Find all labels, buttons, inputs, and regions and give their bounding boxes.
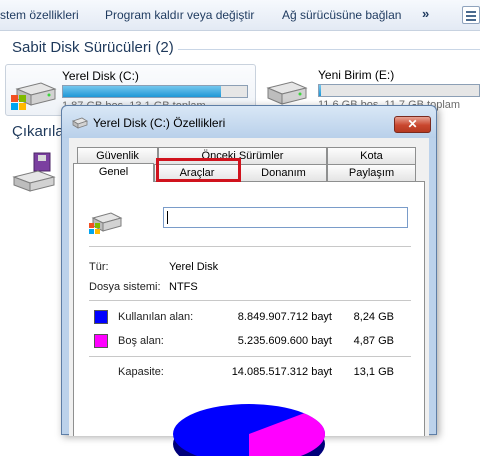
free-space-bytes: 5.235.609.600 bayt: [237, 335, 332, 347]
hard-disks-heading: Sabit Disk Sürücüleri (2): [12, 39, 174, 56]
capacity-label: Kapasite:: [118, 366, 164, 378]
map-network-drive-button[interactable]: Ağ sürücüsüne bağlan: [282, 8, 401, 22]
hard-drive-icon: [11, 82, 57, 110]
drive-c-usage-fill: [63, 86, 222, 97]
drive-label-input[interactable]: [163, 207, 408, 228]
command-bar: stem özellikleri Program kaldır veya değ…: [0, 0, 480, 31]
more-commands-button[interactable]: »: [422, 6, 429, 21]
free-space-gb: 4,87 GB: [353, 335, 394, 347]
drive-c-name: Yerel Disk (C:): [62, 69, 139, 83]
used-space-label: Kullanılan alan:: [118, 311, 194, 323]
tab-sharing[interactable]: Paylaşım: [327, 164, 416, 181]
system-properties-button[interactable]: stem özellikleri: [0, 8, 79, 22]
used-space-swatch: [94, 310, 108, 324]
divider: [89, 300, 411, 301]
tab-quota[interactable]: Kota: [327, 147, 416, 164]
removable-heading: Çıkarıla: [12, 123, 64, 140]
drive-e-usage-bar: [318, 84, 480, 97]
free-space-label: Boş alan:: [118, 335, 164, 347]
type-value: Yerel Disk: [169, 261, 219, 273]
dialog-titlebar[interactable]: Yerel Disk (C:) Özellikleri ✕: [62, 106, 436, 138]
view-options-icon[interactable]: [462, 6, 480, 24]
drive-e-usage-fill: [319, 85, 321, 96]
file-system-label: Dosya sistemi:: [89, 281, 161, 293]
section-divider: [178, 49, 480, 50]
drive-icon: [72, 117, 88, 129]
text-cursor: [167, 211, 168, 224]
close-button[interactable]: ✕: [394, 116, 431, 133]
capacity-bytes: 14.085.517.312 bayt: [231, 366, 332, 378]
floppy-drive-icon[interactable]: [12, 151, 56, 193]
used-space-gb: 8,24 GB: [353, 311, 394, 323]
divider: [89, 246, 411, 247]
disk-usage-pie-chart: [173, 404, 325, 456]
dialog-body: Güvenlik Önceki Sürümler Kota Genel Araç…: [69, 138, 429, 456]
capacity-gb: 13,1 GB: [353, 366, 394, 378]
tools-tab-highlight: [156, 158, 241, 182]
type-label: Tür:: [89, 261, 109, 273]
used-space-bytes: 8.849.907.712 bayt: [237, 311, 332, 323]
uninstall-program-button[interactable]: Program kaldır veya değiştir: [105, 8, 254, 22]
hard-drive-icon: [89, 212, 123, 234]
free-space-swatch: [94, 334, 108, 348]
divider: [89, 356, 411, 357]
drive-properties-dialog: Yerel Disk (C:) Özellikleri ✕ Güvenlik Ö…: [61, 105, 437, 456]
drive-e-name: Yeni Birim (E:): [318, 68, 395, 82]
general-tab-panel: Tür: Yerel Disk Dosya sistemi: NTFS Kull…: [73, 181, 425, 456]
drive-c-usage-bar: [62, 85, 248, 98]
dialog-title: Yerel Disk (C:) Özellikleri: [93, 116, 226, 130]
tab-security[interactable]: Güvenlik: [77, 147, 158, 164]
tab-hardware[interactable]: Donanım: [240, 164, 327, 181]
tab-general[interactable]: Genel: [73, 163, 154, 182]
file-system-value: NTFS: [169, 281, 198, 293]
